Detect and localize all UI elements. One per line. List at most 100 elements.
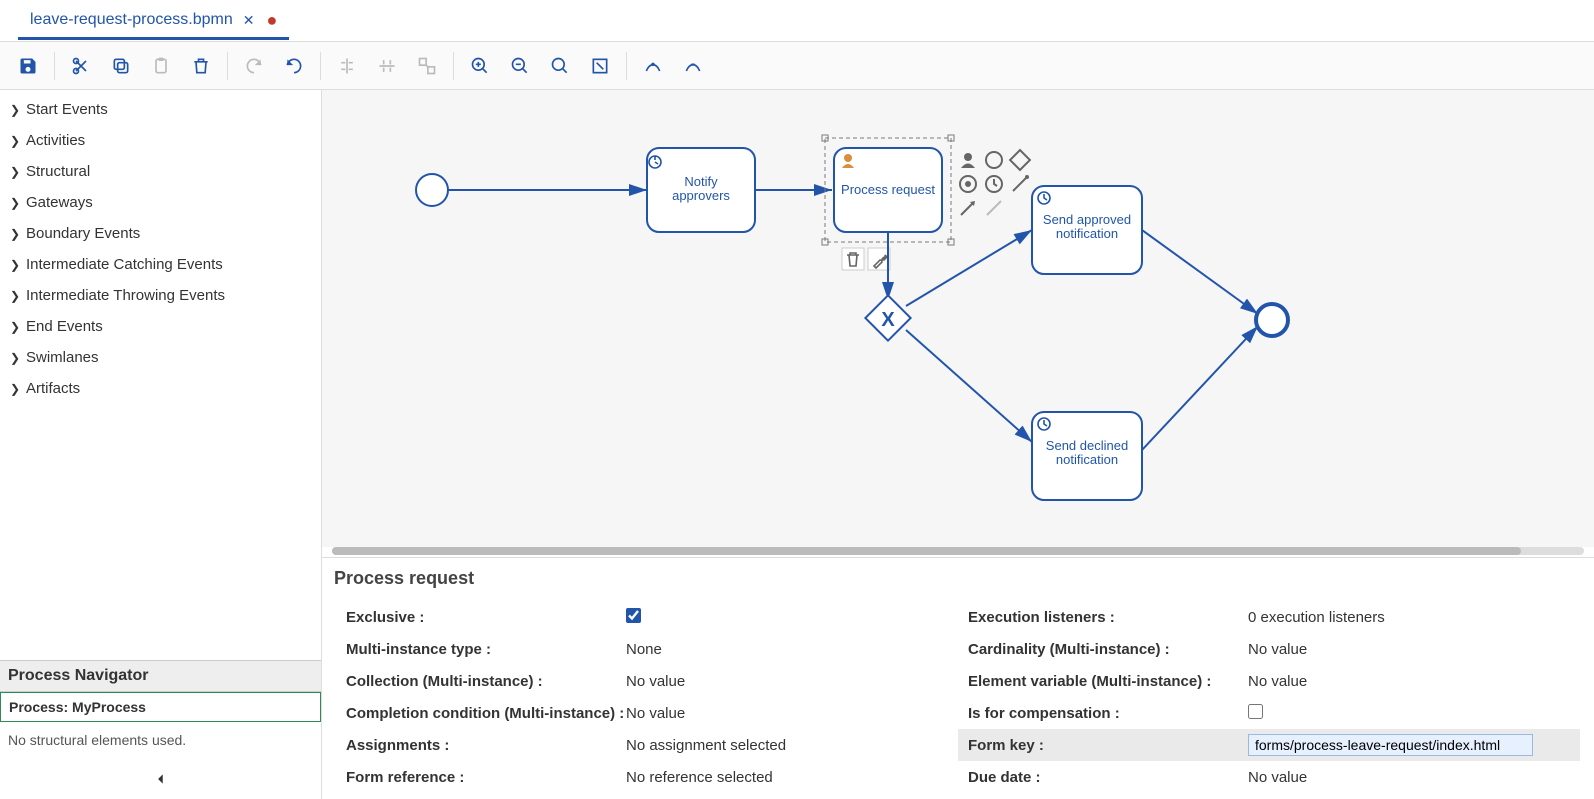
quick-association-icon[interactable] — [987, 201, 1001, 215]
svg-text:approvers: approvers — [672, 188, 730, 203]
palette-item[interactable]: ❯End Events — [0, 311, 321, 342]
prop-value[interactable]: 0 execution listeners — [1248, 609, 1570, 626]
chevron-right-icon: ❯ — [10, 289, 20, 303]
palette-item[interactable]: ❯Activities — [0, 125, 321, 156]
svg-text:notification: notification — [1056, 226, 1118, 241]
exclusive-gateway[interactable]: X — [865, 295, 910, 340]
properties-panel: Process request Exclusive : Multi-instan… — [322, 557, 1594, 799]
prop-label: Element variable (Multi-instance) : — [968, 673, 1248, 690]
prop-label: Multi-instance type : — [346, 641, 626, 658]
tab-file[interactable]: leave-request-process.bpmn ✕ ● — [18, 1, 289, 40]
palette-item[interactable]: ❯Structural — [0, 156, 321, 187]
palette-item[interactable]: ❯Artifacts — [0, 373, 321, 404]
cut-icon[interactable] — [61, 46, 101, 86]
chevron-right-icon: ❯ — [10, 103, 20, 117]
quick-timer-icon[interactable] — [986, 176, 1002, 192]
start-event[interactable] — [416, 174, 448, 206]
end-event[interactable] — [1256, 304, 1288, 336]
palette-item[interactable]: ❯Boundary Events — [0, 218, 321, 249]
quick-sequence-flow-icon[interactable] — [961, 201, 975, 215]
palette: ❯Start Events ❯Activities ❯Structural ❯G… — [0, 90, 321, 660]
properties-title: Process request — [322, 558, 1594, 595]
prop-label: Form reference : — [346, 769, 626, 786]
process-navigator-heading: Process Navigator — [0, 660, 321, 692]
bendpoint-remove-icon[interactable] — [673, 46, 713, 86]
undo-icon[interactable] — [274, 46, 314, 86]
chevron-right-icon: ❯ — [10, 320, 20, 334]
prop-label: Execution listeners : — [968, 609, 1248, 626]
process-navigator: Process: MyProcess No structural element… — [0, 692, 321, 766]
collapse-left-icon[interactable] — [0, 766, 321, 799]
svg-text:notification: notification — [1056, 452, 1118, 467]
chevron-right-icon: ❯ — [10, 351, 20, 365]
task-notify-approvers[interactable]: Notify approvers — [647, 148, 755, 232]
copy-icon[interactable] — [101, 46, 141, 86]
context-quickmenu — [960, 150, 1030, 215]
svg-text:X: X — [881, 309, 895, 331]
diagram-canvas[interactable]: Notify approvers Process — [322, 90, 1594, 547]
task-process-request[interactable]: Process request — [822, 135, 954, 245]
task-label: Process request — [841, 182, 935, 197]
quick-target-icon[interactable] — [960, 176, 976, 192]
prop-value[interactable]: No value — [1248, 769, 1570, 786]
zoom-reset-icon[interactable] — [540, 46, 580, 86]
zoom-out-icon[interactable] — [500, 46, 540, 86]
close-icon[interactable]: ✕ — [243, 12, 255, 29]
prop-label: Due date : — [968, 769, 1248, 786]
prop-value[interactable]: None — [626, 641, 948, 658]
align-v-icon — [367, 46, 407, 86]
chevron-right-icon: ❯ — [10, 134, 20, 148]
delete-icon[interactable] — [181, 46, 221, 86]
prop-label: Form key : — [968, 737, 1248, 754]
dirty-indicator-icon: ● — [267, 16, 278, 24]
editor-tabs: leave-request-process.bpmn ✕ ● — [0, 0, 1594, 42]
palette-item[interactable]: ❯Swimlanes — [0, 342, 321, 373]
canvas-scrollbar[interactable] — [332, 547, 1584, 555]
sequence-flow[interactable] — [906, 330, 1032, 442]
prop-label: Exclusive : — [346, 609, 626, 626]
sequence-flow[interactable] — [906, 230, 1032, 306]
task-send-approved[interactable]: Send approved notification — [1032, 186, 1142, 274]
paste-icon — [141, 46, 181, 86]
prop-compensation-checkbox[interactable] — [1248, 704, 1263, 719]
prop-value[interactable]: No value — [626, 673, 948, 690]
prop-label: Completion condition (Multi-instance) : — [346, 705, 626, 722]
sequence-flow[interactable] — [1142, 326, 1258, 450]
palette-item[interactable]: ❯Intermediate Throwing Events — [0, 280, 321, 311]
redo-icon — [234, 46, 274, 86]
navigator-process[interactable]: Process: MyProcess — [0, 692, 321, 722]
chevron-right-icon: ❯ — [10, 165, 20, 179]
task-send-declined[interactable]: Send declined notification — [1032, 412, 1142, 500]
zoom-in-icon[interactable] — [460, 46, 500, 86]
palette-item[interactable]: ❯Intermediate Catching Events — [0, 249, 321, 280]
prop-exclusive-checkbox[interactable] — [626, 608, 641, 623]
prop-value[interactable]: No value — [626, 705, 948, 722]
prop-label: Is for compensation : — [968, 705, 1248, 722]
navigator-empty: No structural elements used. — [0, 722, 321, 758]
prop-label: Cardinality (Multi-instance) : — [968, 641, 1248, 658]
quick-connection-icon[interactable] — [1013, 175, 1029, 191]
chevron-right-icon: ❯ — [10, 382, 20, 396]
chevron-right-icon: ❯ — [10, 258, 20, 272]
svg-text:Send approved: Send approved — [1043, 212, 1131, 227]
toolbar — [0, 42, 1594, 90]
svg-text:Send declined: Send declined — [1046, 438, 1128, 453]
prop-formkey-input[interactable] — [1248, 734, 1533, 756]
quick-user-task-icon[interactable] — [961, 153, 975, 168]
quick-gateway-icon[interactable] — [1010, 150, 1030, 170]
sequence-flow[interactable] — [1142, 230, 1258, 314]
same-size-icon — [407, 46, 447, 86]
prop-value[interactable]: No value — [1248, 673, 1570, 690]
prop-value[interactable]: No assignment selected — [626, 737, 948, 754]
save-icon[interactable] — [8, 46, 48, 86]
align-h-icon — [327, 46, 367, 86]
prop-value[interactable]: No value — [1248, 641, 1570, 658]
prop-label: Assignments : — [346, 737, 626, 754]
palette-item[interactable]: ❯Gateways — [0, 187, 321, 218]
zoom-fit-icon[interactable] — [580, 46, 620, 86]
palette-item[interactable]: ❯Start Events — [0, 94, 321, 125]
bendpoint-add-icon[interactable] — [633, 46, 673, 86]
chevron-right-icon: ❯ — [10, 227, 20, 241]
quick-event-icon[interactable] — [986, 152, 1002, 168]
prop-value[interactable]: No reference selected — [626, 769, 948, 786]
